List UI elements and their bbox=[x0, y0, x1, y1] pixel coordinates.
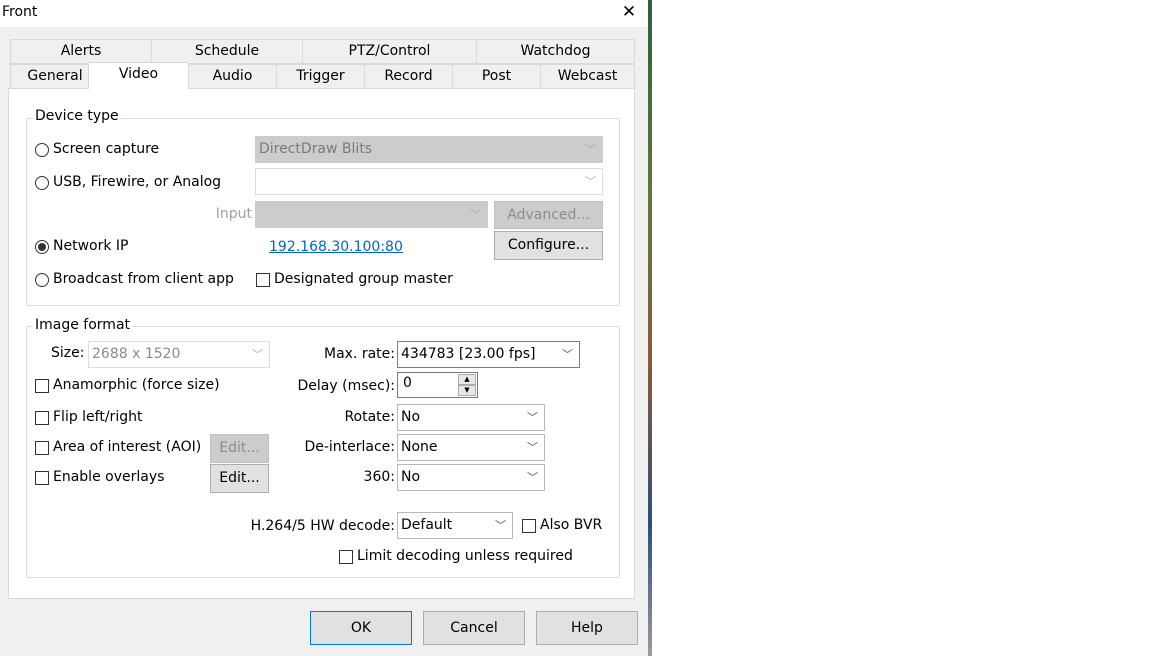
anamorphic-label: Anamorphic (force size) bbox=[53, 377, 220, 393]
delay-stepper[interactable]: 0 ▲ ▼ bbox=[397, 372, 478, 398]
three-sixty-value: No bbox=[401, 469, 421, 485]
image-format-legend: Image format bbox=[33, 317, 133, 333]
max-rate-label: Max. rate: bbox=[324, 346, 395, 362]
configure-button[interactable]: Configure... bbox=[494, 231, 603, 260]
tab-ptz-control[interactable]: PTZ/Control bbox=[302, 39, 476, 64]
limit-decoding-label: Limit decoding unless required bbox=[357, 548, 573, 564]
tab-webcast[interactable]: Webcast bbox=[540, 64, 635, 89]
usb-firewire-analog-radio[interactable] bbox=[35, 176, 49, 190]
also-bvr-checkbox[interactable] bbox=[522, 519, 536, 533]
background-window-edge bbox=[648, 0, 652, 656]
flip-checkbox[interactable] bbox=[35, 411, 49, 425]
overlays-label: Enable overlays bbox=[53, 469, 165, 485]
hw-decode-dropdown[interactable]: Default ﹀ bbox=[397, 512, 513, 539]
delay-value: 0 bbox=[403, 375, 412, 391]
rotate-dropdown[interactable]: No ﹀ bbox=[397, 404, 545, 431]
delay-label: Delay (msec): bbox=[297, 378, 395, 394]
designated-master-checkbox[interactable] bbox=[256, 273, 270, 287]
tab-audio[interactable]: Audio bbox=[188, 64, 276, 89]
chevron-down-icon: ﹀ bbox=[470, 208, 481, 221]
title-bar: Front ✕ bbox=[0, 0, 648, 27]
usb-firewire-analog-label: USB, Firewire, or Analog bbox=[53, 174, 222, 190]
hw-decode-value: Default bbox=[401, 517, 453, 533]
chevron-down-icon: ﹀ bbox=[585, 175, 596, 188]
tab-watchdog[interactable]: Watchdog bbox=[476, 39, 635, 64]
rotate-value: No bbox=[401, 409, 421, 425]
anamorphic-checkbox[interactable] bbox=[35, 379, 49, 393]
size-dropdown[interactable]: 2688 x 1520 ﹀ bbox=[88, 341, 270, 368]
advanced-button[interactable]: Advanced... bbox=[494, 201, 603, 229]
aoi-checkbox[interactable] bbox=[35, 441, 49, 455]
tab-trigger[interactable]: Trigger bbox=[276, 64, 364, 89]
help-button[interactable]: Help bbox=[536, 611, 638, 645]
screen-capture-value: DirectDraw Blits bbox=[259, 141, 373, 157]
tab-schedule[interactable]: Schedule bbox=[151, 39, 302, 64]
properties-dialog: Front ✕ Alerts Schedule PTZ/Control Watc… bbox=[0, 0, 648, 656]
three-sixty-label: 360: bbox=[363, 469, 395, 485]
chevron-down-icon: ﹀ bbox=[562, 348, 573, 361]
flip-label: Flip left/right bbox=[53, 409, 143, 425]
aoi-label: Area of interest (AOI) bbox=[53, 439, 202, 455]
input-label: Input bbox=[215, 206, 252, 222]
ok-button[interactable]: OK bbox=[310, 611, 412, 645]
designated-master-label: Designated group master bbox=[274, 271, 453, 287]
tab-post[interactable]: Post bbox=[452, 64, 540, 89]
overlays-edit-button[interactable]: Edit... bbox=[210, 464, 269, 493]
chevron-down-icon: ﹀ bbox=[527, 411, 538, 424]
rotate-label: Rotate: bbox=[344, 409, 395, 425]
broadcast-label: Broadcast from client app bbox=[53, 271, 234, 287]
tab-general[interactable]: General bbox=[10, 64, 99, 89]
tab-record[interactable]: Record bbox=[364, 64, 452, 89]
chevron-down-icon: ﹀ bbox=[252, 348, 263, 361]
three-sixty-dropdown[interactable]: No ﹀ bbox=[397, 464, 545, 491]
max-rate-dropdown[interactable]: 434783 [23.00 fps] ﹀ bbox=[397, 341, 580, 368]
network-ip-radio[interactable] bbox=[35, 240, 49, 254]
overlays-checkbox[interactable] bbox=[35, 471, 49, 485]
aoi-edit-button[interactable]: Edit... bbox=[210, 434, 269, 463]
chevron-down-icon: ﹀ bbox=[495, 519, 506, 532]
network-ip-label: Network IP bbox=[53, 238, 129, 254]
max-rate-value: 434783 [23.00 fps] bbox=[401, 346, 536, 362]
cancel-button[interactable]: Cancel bbox=[423, 611, 525, 645]
deinterlace-label: De-interlace: bbox=[304, 439, 395, 455]
tab-alerts[interactable]: Alerts bbox=[10, 39, 151, 64]
size-label: Size: bbox=[51, 345, 85, 361]
chevron-down-icon: ﹀ bbox=[527, 471, 538, 484]
input-dropdown[interactable]: ﹀ bbox=[255, 201, 488, 228]
screen-capture-radio[interactable] bbox=[35, 143, 49, 157]
broadcast-radio[interactable] bbox=[35, 273, 49, 287]
window-title: Front bbox=[2, 4, 38, 20]
close-icon[interactable]: ✕ bbox=[618, 1, 640, 23]
deinterlace-dropdown[interactable]: None ﹀ bbox=[397, 434, 545, 461]
network-ip-address-link[interactable]: 192.168.30.100:80 bbox=[269, 239, 403, 255]
deinterlace-value: None bbox=[401, 439, 438, 455]
tab-video[interactable]: Video bbox=[88, 62, 188, 89]
device-type-legend: Device type bbox=[33, 108, 121, 124]
usb-device-dropdown[interactable]: ﹀ bbox=[255, 168, 603, 195]
screen-capture-label: Screen capture bbox=[53, 141, 160, 157]
size-value: 2688 x 1520 bbox=[92, 346, 181, 362]
spin-up-icon[interactable]: ▲ bbox=[458, 374, 476, 385]
also-bvr-label: Also BVR bbox=[540, 517, 603, 533]
chevron-down-icon: ﹀ bbox=[585, 143, 596, 156]
chevron-down-icon: ﹀ bbox=[527, 441, 538, 454]
screen-capture-dropdown[interactable]: DirectDraw Blits ﹀ bbox=[255, 136, 603, 163]
spin-down-icon[interactable]: ▼ bbox=[458, 385, 476, 396]
limit-decoding-checkbox[interactable] bbox=[339, 550, 353, 564]
hw-decode-label: H.264/5 HW decode: bbox=[250, 518, 395, 534]
